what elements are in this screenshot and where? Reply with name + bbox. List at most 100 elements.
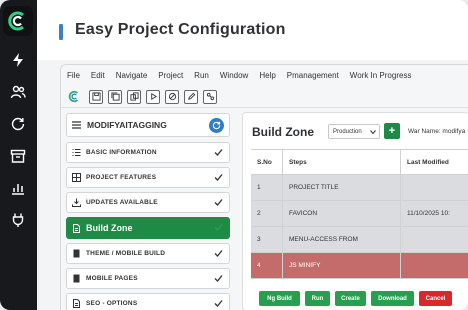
project-header: MODIFYAITAGGING — [66, 113, 230, 137]
environment-select[interactable]: Production — [328, 124, 380, 139]
page-title: Easy Project Configuration — [75, 21, 286, 38]
table-cell: 11/10/2025 10: — [407, 210, 450, 217]
project-name: MODIFYAITAGGING — [87, 120, 167, 130]
sidebar-item-basic-information[interactable]: BASIC INFORMATION — [66, 142, 230, 163]
table-cell — [401, 227, 468, 252]
edit-icon[interactable] — [184, 89, 198, 104]
sidebar-item-label: PROJECT FEATURES — [86, 174, 157, 181]
copy-icon[interactable] — [127, 89, 141, 104]
table-row[interactable]: 4 JS MINIFY — [251, 253, 468, 279]
sidebar-item-label: BASIC INFORMATION — [86, 149, 157, 156]
table-cell: FAVICON — [283, 201, 401, 226]
table-cell: JS MINIFY — [283, 253, 401, 278]
brand-logo[interactable] — [3, 6, 33, 36]
create-button[interactable]: Create — [335, 291, 366, 306]
chevron-down-icon — [370, 130, 376, 135]
table-cell: PROJECT TITLE — [283, 175, 401, 200]
war-name-label: War Name: modifya — [408, 128, 466, 135]
list-icon — [72, 148, 81, 157]
save-all-icon[interactable] — [108, 89, 122, 104]
hamburger-icon[interactable] — [72, 121, 81, 129]
bolt-icon[interactable] — [8, 50, 28, 70]
check-icon — [214, 275, 223, 282]
stop-icon[interactable] — [165, 89, 179, 104]
table-row[interactable]: 2 FAVICON 11/10/2025 10: — [251, 201, 468, 227]
sidebar: MODIFYAITAGGING BASIC INFORMATION PROJEC… — [66, 113, 230, 310]
grid-icon — [72, 173, 81, 182]
document-icon — [72, 249, 81, 258]
toolbar — [61, 86, 468, 108]
menu-pmanagement[interactable]: Pmanagement — [287, 71, 339, 80]
main-panel: Build Zone Production + War Name: modify… — [239, 109, 468, 310]
sidebar-item-updates-available[interactable]: UPDATES AVAILABLE — [66, 192, 230, 213]
check-icon — [214, 250, 223, 257]
add-button[interactable]: + — [384, 123, 400, 139]
check-icon — [214, 199, 223, 206]
sidebar-item-label: Build Zone — [86, 223, 133, 233]
save-icon[interactable] — [89, 89, 103, 104]
build-zone-card: Build Zone Production + War Name: modify… — [242, 112, 468, 310]
left-rail — [0, 0, 37, 310]
check-icon — [214, 174, 223, 181]
column-header: Last Modified — [407, 158, 449, 166]
brand-logo-icon — [8, 11, 24, 31]
build-actions: Ng Build Run Create Download Cancel — [259, 291, 457, 306]
sidebar-item-mobile-pages[interactable]: MOBILE PAGES — [66, 268, 230, 289]
column-header: S.No — [251, 150, 283, 174]
ide-window: File Edit Navigate Project Run Window He… — [60, 64, 468, 310]
page-header: Easy Project Configuration — [37, 0, 468, 60]
sidebar-item-build-zone[interactable]: Build Zone — [66, 217, 230, 239]
sidebar-item-project-features[interactable]: PROJECT FEATURES — [66, 167, 230, 188]
menu-run[interactable]: Run — [194, 71, 209, 80]
sidebar-item-label: MOBILE PAGES — [86, 275, 138, 282]
table-row[interactable]: 1 PROJECT TITLE — [251, 175, 468, 201]
table-cell: 2 — [251, 201, 283, 226]
table-cell: 3 — [251, 227, 283, 252]
menu-navigate[interactable]: Navigate — [116, 71, 148, 80]
table-row[interactable]: 3 MENU-ACCESS FROM — [251, 227, 468, 253]
document-icon — [72, 223, 81, 233]
table-header-row: S.No Steps Last Modified — [251, 149, 468, 175]
bar-chart-icon[interactable] — [8, 178, 28, 198]
table-cell — [401, 175, 468, 200]
document-icon — [72, 274, 81, 283]
cancel-button[interactable]: Cancel — [419, 291, 452, 306]
users-icon[interactable] — [8, 82, 28, 102]
download-icon — [72, 198, 81, 207]
sidebar-item-theme-mobile-build[interactable]: THEME / MOBILE BUILD — [66, 243, 230, 264]
sidebar-item-label: UPDATES AVAILABLE — [86, 199, 158, 206]
menu-window[interactable]: Window — [220, 71, 248, 80]
check-icon — [214, 224, 223, 231]
table-cell — [401, 253, 468, 278]
menu-bar: File Edit Navigate Project Run Window He… — [61, 65, 468, 85]
check-icon — [214, 300, 223, 307]
plug-icon[interactable] — [8, 210, 28, 230]
table-cell: 4 — [251, 253, 283, 278]
column-header: Steps — [283, 150, 401, 174]
check-icon — [214, 149, 223, 156]
menu-project[interactable]: Project — [158, 71, 183, 80]
sidebar-item-label: SEO - OPTIONS — [86, 300, 138, 307]
refresh-icon[interactable] — [209, 118, 224, 133]
download-button[interactable]: Download — [371, 291, 414, 306]
menu-work-in-progress[interactable]: Work In Progress — [350, 71, 412, 80]
menu-edit[interactable]: Edit — [91, 71, 105, 80]
environment-select-value: Production — [333, 128, 362, 135]
app-frame: Easy Project Configuration File Edit Nav… — [0, 0, 468, 310]
chat-refresh-icon[interactable] — [8, 114, 28, 134]
document-icon — [72, 299, 81, 308]
table-cell: MENU-ACCESS FROM — [283, 227, 401, 252]
tools-icon[interactable] — [203, 89, 217, 104]
sidebar-item-seo-options[interactable]: SEO - OPTIONS — [66, 293, 230, 310]
menu-help[interactable]: Help — [259, 71, 275, 80]
section-title: Build Zone — [252, 125, 314, 139]
table-cell: 1 — [251, 175, 283, 200]
run-icon[interactable] — [146, 89, 160, 104]
archive-icon[interactable] — [8, 146, 28, 166]
sidebar-item-label: THEME / MOBILE BUILD — [86, 250, 166, 257]
title-accent-bar — [59, 24, 63, 40]
ng-build-button[interactable]: Ng Build — [259, 291, 300, 306]
app-logo-icon — [67, 90, 81, 104]
run-button[interactable]: Run — [305, 291, 330, 306]
menu-file[interactable]: File — [67, 71, 80, 80]
